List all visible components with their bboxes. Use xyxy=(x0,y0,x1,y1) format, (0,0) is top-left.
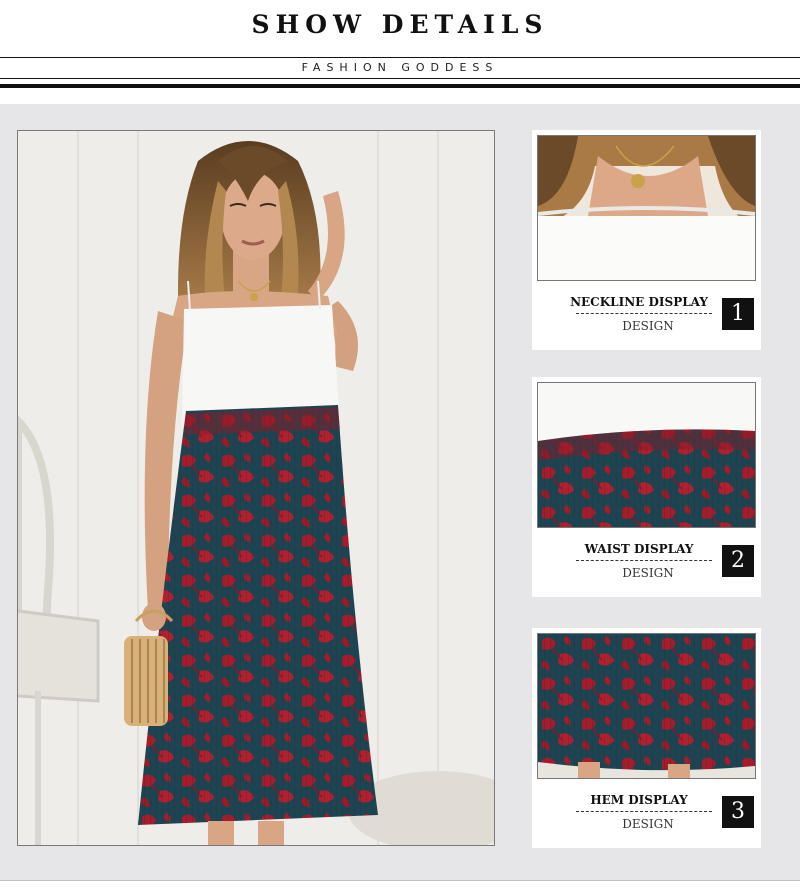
detail-subtitle: DESIGN xyxy=(622,817,674,831)
divider-line xyxy=(0,78,800,79)
detail-divider xyxy=(576,313,712,314)
neckline-photo xyxy=(537,135,756,281)
page-header: SHOW DETAILS FASHION GODDESS xyxy=(0,0,800,104)
divider-line-thick xyxy=(0,84,800,88)
detail-title: WAIST DISPLAY xyxy=(584,542,694,556)
detail-divider xyxy=(576,560,712,561)
detail-card-hem: HEM DISPLAY DESIGN 3 xyxy=(532,628,761,848)
detail-subtitle: DESIGN xyxy=(622,319,674,333)
detail-number-badge: 3 xyxy=(722,796,754,828)
detail-card-waist: WAIST DISPLAY DESIGN 2 xyxy=(532,377,761,597)
page-title: SHOW DETAILS xyxy=(251,10,549,39)
hem-photo xyxy=(537,633,756,779)
detail-divider xyxy=(576,811,712,812)
model-photo xyxy=(17,130,495,846)
detail-number-badge: 2 xyxy=(722,545,754,577)
detail-subtitle: DESIGN xyxy=(622,566,674,580)
detail-title: HEM DISPLAY xyxy=(590,793,688,807)
waist-photo xyxy=(537,382,756,528)
detail-title: NECKLINE DISPLAY xyxy=(570,295,708,309)
detail-number-badge: 1 xyxy=(722,298,754,330)
page-subtitle: FASHION GODDESS xyxy=(260,58,540,78)
detail-card-neckline: NECKLINE DISPLAY DESIGN 1 xyxy=(532,130,761,350)
bottom-divider xyxy=(0,880,800,881)
